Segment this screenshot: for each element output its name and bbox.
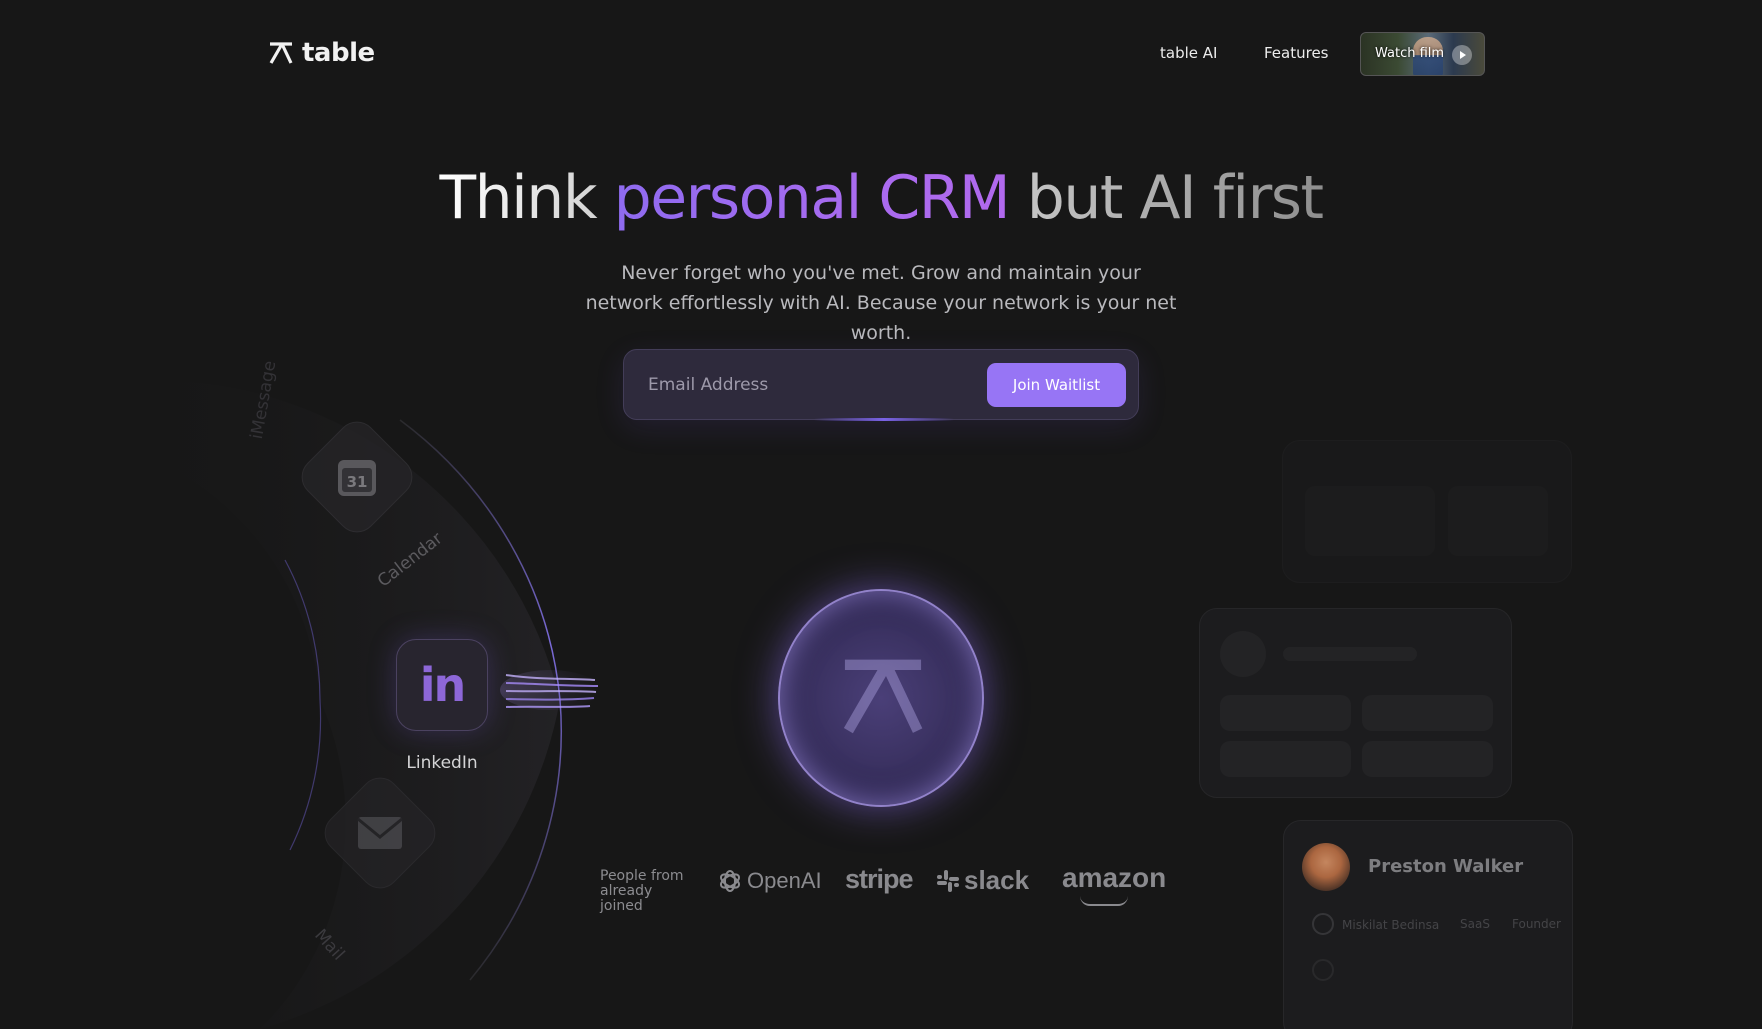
avatar [1302, 843, 1350, 891]
calendar-icon: 31 [338, 460, 376, 496]
openai-icon [719, 870, 741, 892]
contact-name: Preston Walker [1368, 856, 1524, 877]
hero-title: Think personal CRM but AI first [0, 163, 1762, 233]
linkedin-app-icon[interactable]: in [396, 639, 488, 731]
waitlist-form: Join Waitlist [623, 349, 1139, 421]
skeleton-block [1362, 741, 1493, 777]
play-icon [1452, 45, 1472, 65]
contact-tag: Founder [1512, 917, 1561, 931]
skeleton-avatar [1220, 631, 1266, 677]
hero-title-part1: Think [439, 163, 614, 233]
amazon-smile-icon [1080, 896, 1128, 906]
preview-card-middle [1199, 608, 1512, 798]
skeleton-block [1448, 486, 1548, 556]
top-nav: table table AI Features Watch film [0, 0, 1762, 110]
integrations-arc: iMessage 31 Calendar in LinkedIn Mail [0, 359, 620, 1029]
contact-tag: SaaS [1460, 917, 1490, 931]
hero-title-part2: but AI first [1009, 163, 1324, 233]
brand-amazon: amazon [1062, 862, 1167, 893]
join-waitlist-button[interactable]: Join Waitlist [987, 363, 1126, 407]
watch-film-label: Watch film [1375, 46, 1445, 61]
hero-title-highlight: personal CRM [613, 163, 1011, 233]
logo[interactable]: table [268, 38, 375, 68]
contact-card[interactable]: Preston Walker Miskilat Bedinsa SaaS Fou… [1283, 820, 1573, 1029]
nav-link-table-ai[interactable]: table AI [1160, 44, 1217, 62]
calendar-day: 31 [347, 473, 368, 491]
brand-openai-text: OpenAI [747, 868, 822, 893]
watch-film-button[interactable]: Watch film [1360, 32, 1485, 76]
brand-slack: slack [936, 865, 1029, 896]
brand-slack-text: slack [964, 865, 1030, 895]
linkedin-label: LinkedIn [406, 753, 478, 773]
skeleton-block [1220, 741, 1351, 777]
company-icon [1312, 913, 1334, 935]
email-input[interactable] [648, 372, 948, 398]
brands-lead-text: People from already joined [600, 868, 684, 914]
logo-text: table [302, 38, 375, 68]
slack-icon [937, 869, 959, 892]
company-icon [1312, 959, 1334, 981]
linkedin-icon: in [419, 658, 466, 712]
hero-subtitle: Never forget who you've met. Grow and ma… [585, 262, 1177, 344]
brand-openai: OpenAI [717, 868, 822, 894]
brand-stripe: stripe [845, 864, 914, 894]
ai-orb [778, 589, 984, 807]
contact-company: Miskilat Bedinsa [1342, 918, 1440, 932]
skeleton-block [1362, 695, 1493, 731]
skeleton-line [1283, 647, 1417, 661]
table-logo-icon [269, 42, 293, 64]
nav-link-features[interactable]: Features [1264, 44, 1329, 62]
preview-card-top [1282, 440, 1572, 583]
mail-icon [357, 817, 403, 849]
table-logo-icon [843, 659, 923, 734]
skeleton-block [1305, 486, 1435, 556]
skeleton-block [1220, 695, 1351, 731]
